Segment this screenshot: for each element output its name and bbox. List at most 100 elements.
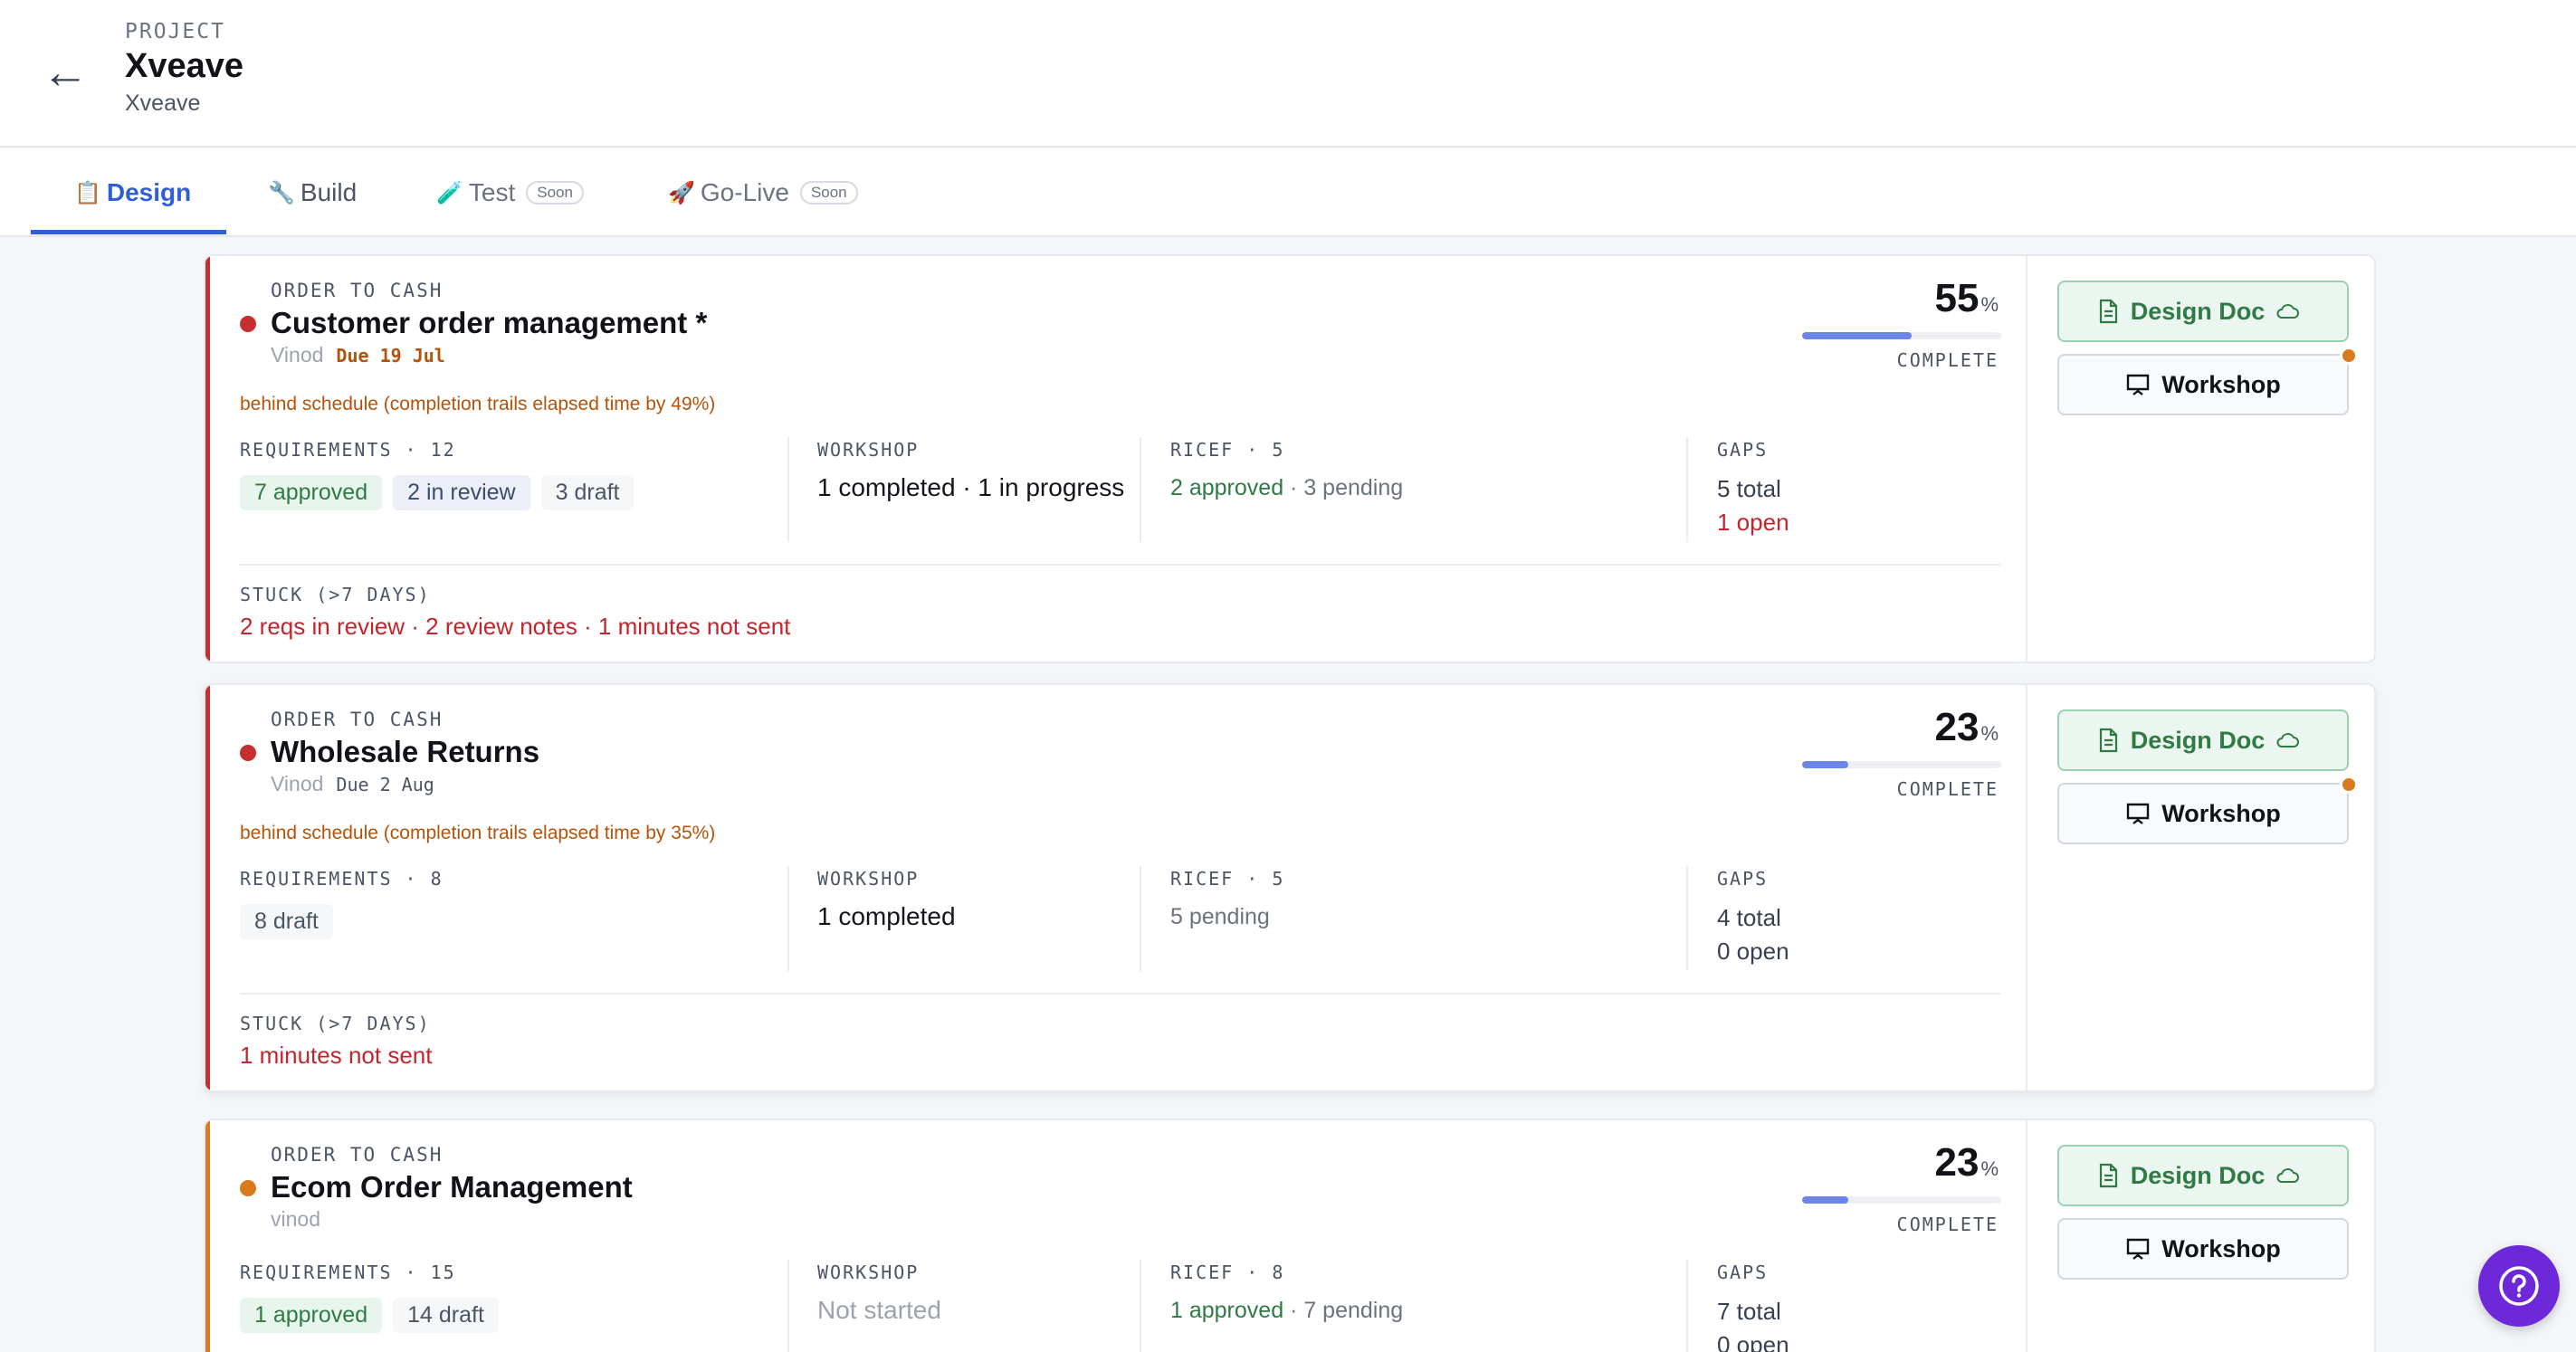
requirements-label: REQUIREMENTS · 12 [240, 439, 456, 461]
complete-label: COMPLETE [1896, 349, 1999, 371]
progress-fill [1802, 332, 1912, 339]
owner-name: Vinod [271, 343, 324, 367]
tab-label: Test [468, 178, 516, 206]
card-owner-row: Vinod Due 19 Jul [271, 343, 445, 367]
gaps-column: GAPS 5 total 1 open [1717, 439, 1789, 537]
status-dot [240, 745, 256, 761]
percent-sign: % [1980, 293, 1999, 316]
owner-name: vinod [271, 1207, 320, 1231]
draft-chip[interactable]: 3 draft [540, 475, 634, 510]
requirements-column: REQUIREMENTS · 12 7 approved 2 in review… [240, 439, 634, 510]
help-button[interactable] [2478, 1245, 2560, 1327]
ricef-label: RICEF · 5 [1170, 439, 1285, 461]
cloud-icon [2276, 304, 2300, 319]
workshop-button-label: Workshop [2161, 1234, 2281, 1262]
gaps-column: GAPS 4 total 0 open [1717, 868, 1789, 966]
process-card[interactable]: ORDER TO CASH Wholesale Returns Vinod Du… [204, 683, 2376, 1092]
ricef-column: RICEF · 5 5 pending [1170, 868, 1284, 930]
complete-label: COMPLETE [1896, 1214, 1999, 1235]
project-label: PROJECT [125, 20, 225, 43]
workshop-column: WORKSHOP Not started [817, 1262, 941, 1325]
percent-value: 23 [1934, 705, 1980, 749]
soon-badge: Soon [526, 181, 584, 205]
progress-bar [1802, 332, 2001, 339]
process-card[interactable]: ORDER TO CASH Customer order management … [204, 254, 2376, 663]
notification-dot [2340, 776, 2358, 794]
draft-chip[interactable]: 8 draft [240, 904, 333, 939]
workshop-column: WORKSHOP 1 completed [817, 868, 956, 931]
in-review-chip[interactable]: 2 in review [393, 475, 530, 510]
tab-build[interactable]: 🔧 Build [268, 148, 357, 237]
back-arrow-icon[interactable]: ← [42, 47, 89, 98]
design-doc-label: Design Doc [2130, 726, 2266, 754]
requirements-column: REQUIREMENTS · 15 1 approved 14 draft [240, 1262, 499, 1333]
ricef-value: 5 pending [1170, 904, 1270, 929]
card-title[interactable]: Ecom Order Management [271, 1170, 633, 1204]
progress-fill [1802, 761, 1848, 768]
ricef-column: RICEF · 5 2 approved · 3 pending [1170, 439, 1403, 501]
tab-design[interactable]: 📋 Design [74, 148, 191, 237]
phase-tabs: 📋 Design 🔧 Build 🧪 Test Soon 🚀 Go-Live S… [0, 148, 2576, 237]
tab-go-live[interactable]: 🚀 Go-Live Soon [668, 148, 858, 237]
tab-label: Design [106, 178, 192, 206]
progress-bar [1802, 1196, 2001, 1204]
status-bar [205, 1120, 210, 1352]
card-category: ORDER TO CASH [271, 280, 444, 301]
tab-test[interactable]: 🧪 Test Soon [436, 148, 584, 237]
progress-fill [1802, 1196, 1848, 1204]
document-icon [2099, 1163, 2117, 1188]
design-doc-button[interactable]: Design Doc [2057, 281, 2349, 342]
divider [1686, 866, 1688, 971]
approved-chip[interactable]: 7 approved [240, 475, 383, 510]
cloud-icon [2276, 733, 2300, 747]
workshop-value: 1 completed [817, 902, 956, 930]
requirements-column: REQUIREMENTS · 8 8 draft [240, 868, 444, 939]
card-actions: Design Doc Workshop [2026, 1120, 2374, 1352]
gaps-open: 0 open [1717, 938, 1789, 965]
test-tube-icon: 🧪 [436, 180, 463, 205]
approved-chip[interactable]: 1 approved [240, 1298, 383, 1333]
ricef-approved: 2 approved [1170, 475, 1284, 500]
requirements-label: REQUIREMENTS · 8 [240, 868, 444, 890]
ricef-label: RICEF · 5 [1170, 868, 1285, 890]
draft-chip[interactable]: 14 draft [393, 1298, 499, 1333]
gaps-total: 7 total [1717, 1298, 1781, 1325]
page-header: ← PROJECT Xveave Xveave [0, 0, 2576, 148]
complete-label: COMPLETE [1896, 778, 1999, 800]
workshop-button-label: Workshop [2161, 370, 2281, 398]
card-title[interactable]: Customer order management * [271, 306, 707, 340]
gaps-column: GAPS 7 total 0 open [1717, 1262, 1789, 1352]
stuck-label: STUCK (>7 DAYS) [240, 584, 431, 605]
card-title[interactable]: Wholesale Returns [271, 735, 539, 769]
ricef-label: RICEF · 8 [1170, 1262, 1285, 1283]
card-actions: Design Doc Workshop [2026, 256, 2374, 662]
gaps-open: 1 open [1717, 509, 1789, 536]
workshop-value: Not started [817, 1296, 941, 1324]
due-date: Due 2 Aug [336, 773, 434, 795]
divider [1686, 437, 1688, 542]
notification-dot [2340, 347, 2358, 365]
design-doc-button[interactable]: Design Doc [2057, 1145, 2349, 1206]
percent-value: 55 [1934, 276, 1980, 320]
divider [1140, 437, 1141, 542]
card-category: ORDER TO CASH [271, 1144, 444, 1166]
process-card[interactable]: ORDER TO CASH Ecom Order Management vino… [204, 1119, 2376, 1352]
progress-bar [1802, 761, 2001, 768]
workshop-button[interactable]: Workshop [2057, 1218, 2349, 1280]
percent-sign: % [1980, 722, 1999, 745]
design-doc-label: Design Doc [2130, 297, 2266, 325]
design-doc-button[interactable]: Design Doc [2057, 709, 2349, 771]
gaps-label: GAPS [1717, 439, 1769, 461]
divider [787, 437, 789, 542]
document-icon [2099, 299, 2117, 324]
active-tab-indicator [31, 230, 226, 234]
workshop-column: WORKSHOP 1 completed · 1 in progress [817, 439, 1124, 502]
percent-sign: % [1980, 1157, 1999, 1180]
tab-label: Go-Live [700, 178, 789, 206]
workshop-button[interactable]: Workshop [2057, 776, 2358, 844]
card-category: ORDER TO CASH [271, 709, 444, 730]
workshop-button[interactable]: Workshop [2057, 347, 2358, 415]
divider [1140, 1260, 1141, 1352]
schedule-warning: behind schedule (completion trails elaps… [240, 394, 716, 414]
stuck-items: 1 minutes not sent [240, 1042, 433, 1069]
